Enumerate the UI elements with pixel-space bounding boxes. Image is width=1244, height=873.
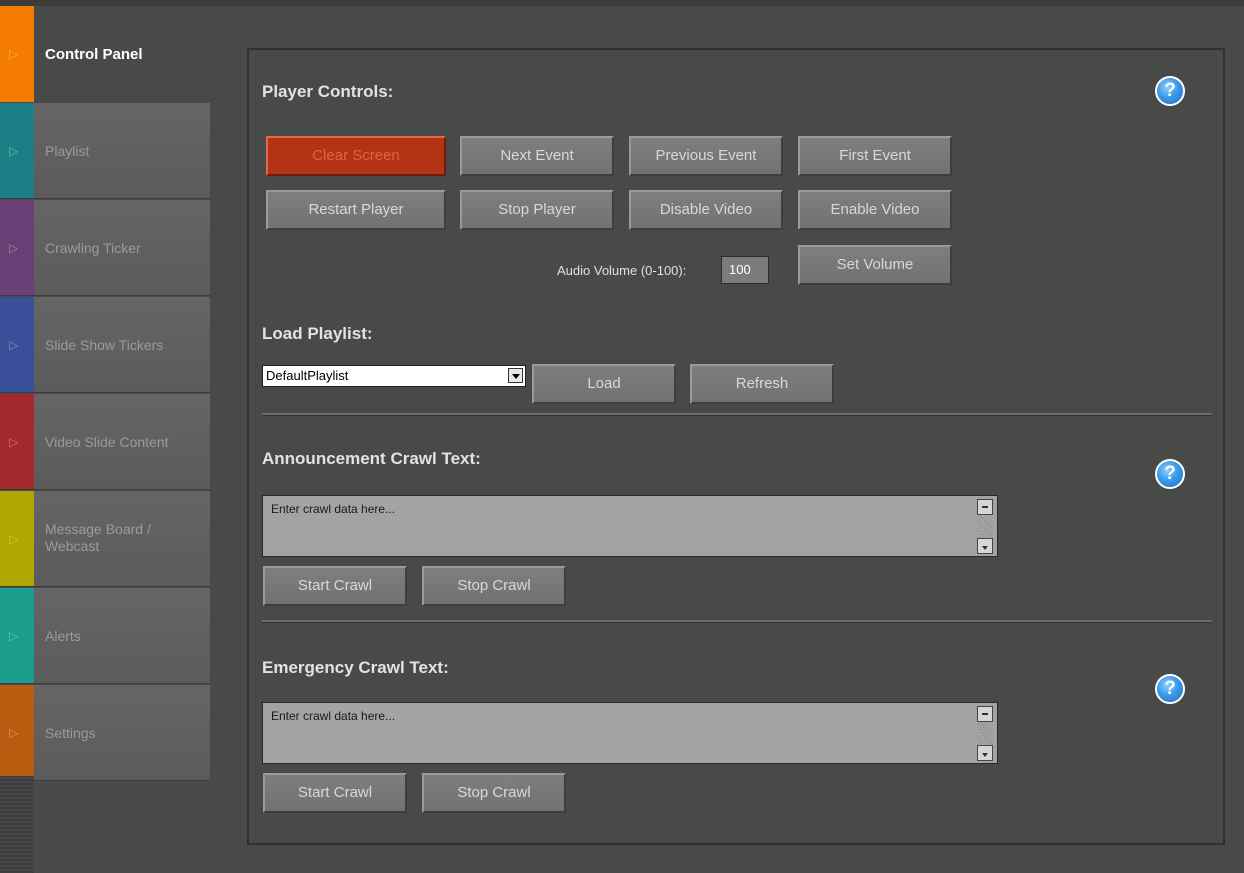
sidebar-item-message-board[interactable]: ▷ Message Board / Webcast (0, 491, 210, 587)
restart-player-button[interactable]: Restart Player (266, 190, 446, 230)
announcement-crawl-title: Announcement Crawl Text: (262, 449, 481, 468)
sidebar-item-label: Control Panel (45, 46, 143, 63)
triangle-right-icon: ▷ (9, 434, 19, 449)
section-divider (262, 620, 1212, 623)
sidebar-item-label: Slide Show Tickers (45, 337, 164, 353)
sidebar-color-strip: ▷ (0, 103, 34, 198)
sidebar-color-strip: ▷ (0, 297, 34, 392)
triangle-right-icon: ▷ (9, 628, 19, 643)
help-icon[interactable]: ? (1155, 674, 1185, 704)
sidebar-item-settings[interactable]: ▷ Settings (0, 685, 210, 781)
emergency-stop-crawl-button[interactable]: Stop Crawl (422, 773, 566, 813)
scroll-down-icon[interactable] (977, 538, 993, 554)
announcement-crawl-placeholder: Enter crawl data here... (271, 502, 396, 516)
clear-screen-button[interactable]: Clear Screen (266, 136, 446, 176)
previous-event-button[interactable]: Previous Event (629, 136, 783, 176)
sidebar-item-alerts[interactable]: ▷ Alerts (0, 588, 210, 684)
sidebar-color-strip: ▷ (0, 491, 34, 586)
announcement-start-crawl-button[interactable]: Start Crawl (263, 566, 407, 606)
sidebar-item-video-slide-content[interactable]: ▷ Video Slide Content (0, 394, 210, 490)
sidebar-item-label: Alerts (45, 628, 81, 644)
scrollbar[interactable] (977, 499, 993, 554)
sidebar-item-label: Playlist (45, 143, 90, 159)
sidebar-item-playlist[interactable]: ▷ Playlist (0, 103, 210, 199)
load-playlist-title: Load Playlist: (262, 324, 373, 343)
triangle-right-icon: ▷ (9, 337, 19, 352)
section-divider (262, 413, 1212, 416)
triangle-right-icon: ▷ (9, 725, 19, 740)
help-icon[interactable]: ? (1155, 459, 1185, 489)
stop-player-button[interactable]: Stop Player (460, 190, 614, 230)
emergency-crawl-textarea[interactable]: Enter crawl data here... (262, 702, 998, 764)
scroll-up-icon[interactable] (977, 706, 993, 722)
first-event-button[interactable]: First Event (798, 136, 952, 176)
sidebar-item-control-panel[interactable]: ▷ Control Panel (0, 6, 210, 102)
playlist-select[interactable]: DefaultPlaylist (262, 365, 526, 387)
sidebar-item-label: Video Slide Content (45, 434, 169, 450)
sidebar-item-crawling-ticker[interactable]: ▷ Crawling Ticker (0, 200, 210, 296)
sidebar-bottom-strip (0, 776, 34, 873)
chevron-down-icon[interactable] (508, 368, 523, 383)
sidebar-color-strip: ▷ (0, 394, 34, 489)
sidebar-color-strip: ▷ (0, 685, 34, 780)
next-event-button[interactable]: Next Event (460, 136, 614, 176)
playlist-select-value: DefaultPlaylist (266, 368, 349, 383)
sidebar-item-slide-show-tickers[interactable]: ▷ Slide Show Tickers (0, 297, 210, 393)
emergency-crawl-title: Emergency Crawl Text: (262, 658, 449, 677)
load-button[interactable]: Load (532, 364, 676, 404)
sidebar-item-label: Crawling Ticker (45, 240, 141, 256)
triangle-right-icon: ▷ (9, 47, 19, 61)
refresh-button[interactable]: Refresh (690, 364, 834, 404)
scroll-down-icon[interactable] (977, 745, 993, 761)
scrollbar[interactable] (977, 706, 993, 761)
sidebar-color-strip: ▷ (0, 6, 34, 102)
triangle-right-icon: ▷ (9, 143, 19, 158)
triangle-right-icon: ▷ (9, 240, 19, 255)
sidebar-color-strip: ▷ (0, 200, 34, 295)
announcement-crawl-textarea[interactable]: Enter crawl data here... (262, 495, 998, 557)
audio-volume-input[interactable]: 100 (721, 256, 769, 284)
sidebar: ▷ Control Panel ▷ Playlist ▷ Crawling Ti… (0, 6, 210, 873)
sidebar-color-strip: ▷ (0, 588, 34, 683)
enable-video-button[interactable]: Enable Video (798, 190, 952, 230)
triangle-right-icon: ▷ (9, 531, 19, 546)
help-icon[interactable]: ? (1155, 76, 1185, 106)
sidebar-item-label: Message Board / Webcast (45, 521, 151, 554)
emergency-start-crawl-button[interactable]: Start Crawl (263, 773, 407, 813)
player-controls-title: Player Controls: (262, 82, 394, 101)
audio-volume-label: Audio Volume (0-100): (557, 263, 687, 278)
disable-video-button[interactable]: Disable Video (629, 190, 783, 230)
sidebar-item-label: Settings (45, 725, 96, 741)
announcement-stop-crawl-button[interactable]: Stop Crawl (422, 566, 566, 606)
set-volume-button[interactable]: Set Volume (798, 245, 952, 285)
emergency-crawl-placeholder: Enter crawl data here... (271, 709, 396, 723)
scroll-up-icon[interactable] (977, 499, 993, 515)
